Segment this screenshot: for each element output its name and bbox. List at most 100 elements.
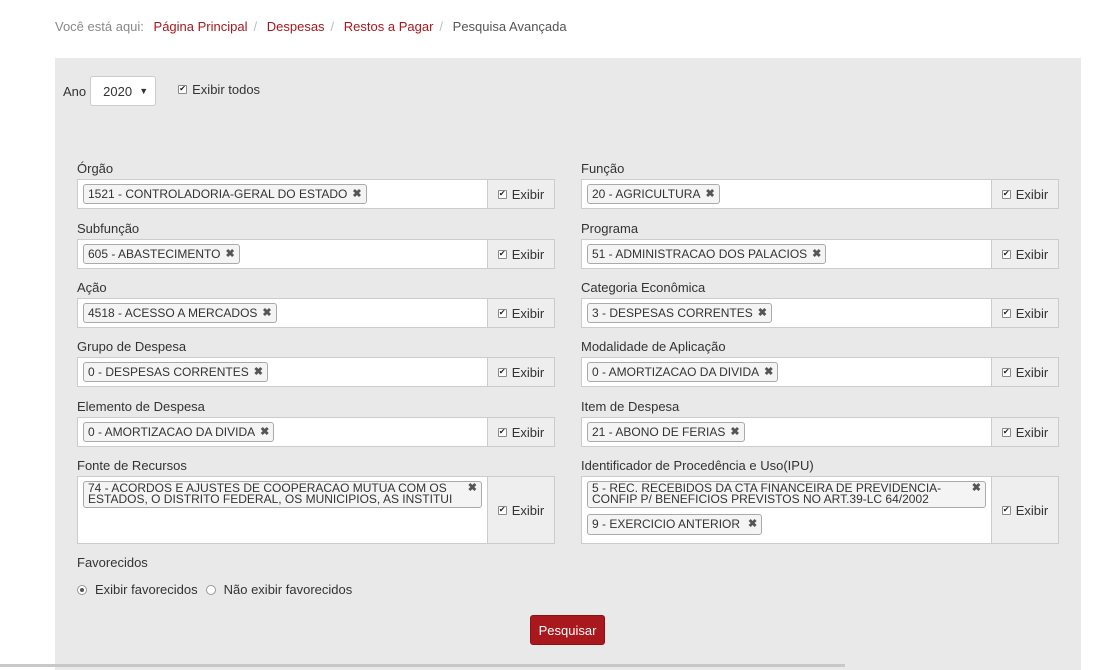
exibir-checkbox[interactable]: ✔	[1001, 367, 1011, 377]
field-label: Elemento de Despesa	[77, 399, 205, 414]
exibir-checkbox[interactable]: ✔	[1001, 427, 1011, 437]
exibir-toggle[interactable]: ✔ Exibir	[991, 357, 1059, 387]
exibir-checkbox[interactable]: ✔	[1001, 308, 1011, 318]
exibir-toggle[interactable]: ✔ Exibir	[487, 239, 555, 269]
multi-select-input[interactable]: 605 - ABASTECIMENTO ✖	[77, 239, 487, 269]
selected-chip: 74 - ACORDOS E AJUSTES DE COOPERACAO MUT…	[83, 481, 482, 508]
field-label: Função	[581, 161, 625, 176]
exibir-label: Exibir	[511, 364, 545, 380]
filter-field: Grupo de Despesa 0 - DESPESAS CORRENTES ✖ ✔…	[77, 339, 555, 387]
year-select[interactable]: 2020 ▼	[90, 76, 157, 106]
multi-select-input[interactable]: 20 - AGRICULTURA ✖	[581, 179, 991, 209]
exibir-checkbox[interactable]: ✔	[1001, 505, 1011, 515]
chip-label: 5 - REC. RECEBIDOS DA CTA FINANCEIRA DE …	[592, 481, 942, 506]
breadcrumb-separator: /	[330, 19, 335, 34]
breadcrumb-separator: /	[439, 19, 444, 34]
exibir-toggle[interactable]: ✔ Exibir	[991, 239, 1059, 269]
selected-chip: 3 - DESPESAS CORRENTES ✖	[587, 303, 772, 323]
remove-chip-icon[interactable]: ✖	[352, 186, 361, 202]
exibir-toggle[interactable]: ✔ Exibir	[991, 476, 1059, 544]
remove-chip-icon[interactable]: ✖	[764, 364, 773, 380]
chip-label: 0 - AMORTIZACAO DA DIVIDA	[88, 425, 256, 439]
multi-select-input[interactable]: 3 - DESPESAS CORRENTES ✖	[581, 298, 991, 328]
selected-chip: 605 - ABASTECIMENTO ✖	[83, 244, 240, 264]
filter-field: Fonte de Recursos 74 - ACORDOS E AJUSTES …	[77, 458, 555, 544]
multi-select-input[interactable]: 21 - ABONO DE FERIAS ✖	[581, 417, 991, 447]
exibir-toggle[interactable]: ✔ Exibir	[487, 179, 555, 209]
selected-chip: 21 - ABONO DE FERIAS ✖	[587, 422, 745, 442]
show-all-label: Exibir todos	[192, 81, 261, 97]
exibir-label: Exibir	[1015, 424, 1049, 440]
multi-select-input[interactable]: 1521 - CONTROLADORIA-GERAL DO ESTADO ✖	[77, 179, 487, 209]
multi-select-input[interactable]: 0 - AMORTIZACAO DA DIVIDA ✖	[77, 417, 487, 447]
chip-label: 0 - AMORTIZACAO DA DIVIDA	[592, 365, 760, 379]
exibir-toggle[interactable]: ✔ Exibir	[487, 357, 555, 387]
remove-chip-icon[interactable]: ✖	[812, 246, 821, 262]
remove-chip-icon[interactable]: ✖	[262, 305, 271, 321]
radio-button-selected[interactable]	[77, 584, 87, 595]
radio-exibir-favorecidos[interactable]: Exibir favorecidos	[77, 582, 198, 597]
multi-select-input[interactable]: 0 - DESPESAS CORRENTES ✖	[77, 357, 487, 387]
multi-select-input[interactable]: 5 - REC. RECEBIDOS DA CTA FINANCEIRA DE …	[581, 476, 991, 544]
filter-field: Categoria Econômica 3 - DESPESAS CORRENTE…	[581, 280, 1059, 328]
exibir-checkbox[interactable]: ✔	[497, 367, 507, 377]
exibir-toggle[interactable]: ✔ Exibir	[487, 298, 555, 328]
remove-chip-icon[interactable]: ✖	[758, 305, 767, 321]
selected-chip: 0 - AMORTIZACAO DA DIVIDA ✖	[83, 422, 275, 442]
field-label: Grupo de Despesa	[77, 339, 187, 354]
exibir-label: Exibir	[511, 186, 545, 202]
exibir-checkbox[interactable]: ✔	[497, 249, 507, 259]
exibir-checkbox[interactable]: ✔	[497, 505, 507, 515]
radio-label: Não exibir favorecidos	[223, 582, 353, 597]
show-all-toggle[interactable]: ✔ Exibir todos	[178, 82, 260, 97]
show-all-checkbox[interactable]: ✔	[178, 84, 188, 94]
remove-chip-icon[interactable]: ✖	[972, 483, 981, 494]
year-row: Ano 2020 ▼ ✔ Exibir todos	[63, 76, 260, 106]
filter-field: Ação 4518 - ACESSO A MERCADOS ✖ ✔ Exibir	[77, 280, 555, 328]
field-label: Modalidade de Aplicação	[581, 339, 726, 354]
radio-button[interactable]	[205, 584, 216, 595]
remove-chip-icon[interactable]: ✖	[254, 364, 263, 380]
remove-chip-icon[interactable]: ✖	[748, 516, 757, 532]
exibir-checkbox[interactable]: ✔	[497, 427, 507, 437]
exibir-checkbox[interactable]: ✔	[1001, 189, 1011, 199]
multi-select-input[interactable]: 4518 - ACESSO A MERCADOS ✖	[77, 298, 487, 328]
radio-nao-exibir-favorecidos[interactable]: Não exibir favorecidos	[205, 582, 353, 597]
breadcrumb-link-restos-a-pagar[interactable]: Restos a Pagar	[344, 19, 434, 34]
filter-field: Programa 51 - ADMINISTRACAO DOS PALACIOS ✖…	[581, 221, 1059, 269]
field-label: Fonte de Recursos	[77, 458, 187, 473]
exibir-toggle[interactable]: ✔ Exibir	[487, 417, 555, 447]
remove-chip-icon[interactable]: ✖	[730, 424, 739, 440]
remove-chip-icon[interactable]: ✖	[260, 424, 269, 440]
exibir-toggle[interactable]: ✔ Exibir	[487, 476, 555, 544]
exibir-label: Exibir	[1015, 502, 1049, 518]
remove-chip-icon[interactable]: ✖	[468, 483, 477, 494]
breadcrumb-link-despesas[interactable]: Despesas	[267, 19, 325, 34]
multi-select-input[interactable]: 74 - ACORDOS E AJUSTES DE COOPERACAO MUT…	[77, 476, 487, 544]
breadcrumb-link-home[interactable]: Página Principal	[154, 19, 248, 34]
horizontal-scrollbar[interactable]	[0, 664, 845, 667]
selected-chip: 1521 - CONTROLADORIA-GERAL DO ESTADO ✖	[83, 184, 367, 204]
exibir-label: Exibir	[511, 424, 545, 440]
search-panel: Ano 2020 ▼ ✔ Exibir todos Órgão 1521 - CO…	[55, 58, 1081, 670]
multi-select-input[interactable]: 0 - AMORTIZACAO DA DIVIDA ✖	[581, 357, 991, 387]
search-button[interactable]: Pesquisar	[530, 615, 605, 645]
breadcrumb-current: Pesquisa Avançada	[452, 19, 567, 34]
selected-chip: 5 - REC. RECEBIDOS DA CTA FINANCEIRA DE …	[587, 481, 986, 508]
exibir-checkbox[interactable]: ✔	[1001, 249, 1011, 259]
year-select-value: 2020	[103, 83, 133, 99]
exibir-checkbox[interactable]: ✔	[497, 189, 507, 199]
exibir-toggle[interactable]: ✔ Exibir	[991, 298, 1059, 328]
remove-chip-icon[interactable]: ✖	[226, 246, 235, 262]
multi-select-input[interactable]: 51 - ADMINISTRACAO DOS PALACIOS ✖	[581, 239, 991, 269]
chip-label: 4518 - ACESSO A MERCADOS	[88, 306, 258, 320]
exibir-toggle[interactable]: ✔ Exibir	[991, 417, 1059, 447]
exibir-toggle[interactable]: ✔ Exibir	[991, 179, 1059, 209]
filter-field: Subfunção 605 - ABASTECIMENTO ✖ ✔ Exibir	[77, 221, 555, 269]
remove-chip-icon[interactable]: ✖	[705, 186, 714, 202]
field-label: Órgão	[77, 161, 114, 176]
selected-chip: 0 - AMORTIZACAO DA DIVIDA ✖	[587, 362, 779, 382]
field-label: Identificador de Procedência e Uso(IPU)	[581, 458, 814, 473]
exibir-checkbox[interactable]: ✔	[497, 308, 507, 318]
filter-field: Órgão 1521 - CONTROLADORIA-GERAL DO ESTAD…	[77, 161, 555, 209]
